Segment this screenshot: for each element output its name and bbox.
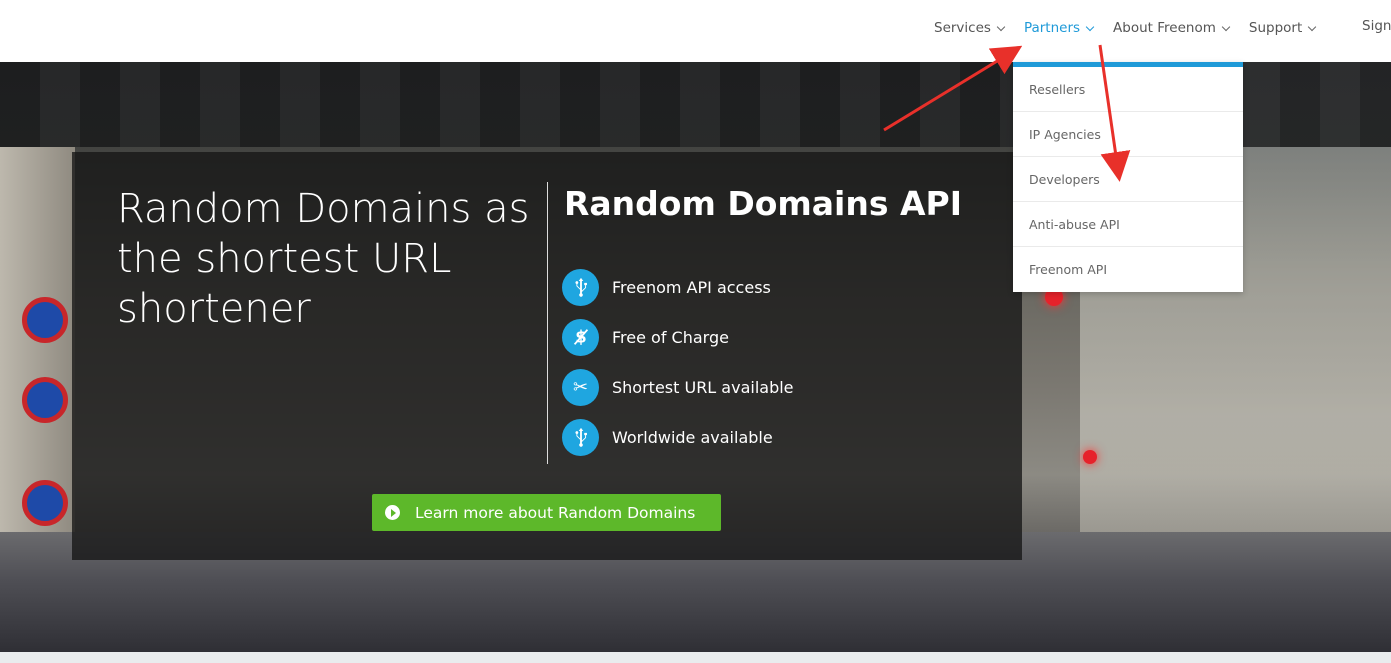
- hero-divider: [547, 182, 548, 464]
- hero-headline: Random Domains as the shortest URL short…: [117, 186, 530, 332]
- chevron-down-icon: [1085, 22, 1095, 31]
- feature-label: Worldwide available: [612, 427, 773, 447]
- chevron-down-icon: [1221, 22, 1231, 31]
- hero-content-panel: Random Domains as the shortest URL short…: [72, 152, 1022, 560]
- traffic-sign-image: [22, 480, 68, 526]
- nav-services-label: Services: [934, 20, 991, 36]
- page-bottom-strip: [0, 652, 1391, 663]
- menu-item-developers[interactable]: Developers: [1013, 157, 1243, 202]
- nav-partners-label: Partners: [1023, 20, 1081, 36]
- menu-item-freenom-api[interactable]: Freenom API: [1013, 247, 1243, 292]
- nav-support[interactable]: Support: [1248, 18, 1317, 38]
- nav-support-label: Support: [1248, 20, 1303, 36]
- scissors-icon: ✂: [562, 368, 599, 406]
- feature-item: Freenom API access: [562, 262, 794, 312]
- chevron-down-icon: [1308, 22, 1317, 31]
- feature-label: Freenom API access: [612, 277, 771, 297]
- menu-item-anti-abuse-api[interactable]: Anti-abuse API: [1013, 202, 1243, 247]
- partners-dropdown-menu: Resellers IP Agencies Developers Anti-ab…: [1013, 62, 1243, 292]
- api-title: Random Domains API: [564, 184, 962, 223]
- menu-item-resellers[interactable]: Resellers: [1013, 67, 1243, 112]
- feature-item: ✂ Shortest URL available: [562, 362, 794, 412]
- feature-label: Shortest URL available: [612, 377, 794, 397]
- feature-item: $ Free of Charge: [562, 312, 794, 362]
- feature-list: Freenom API access $ Free of Charge ✂ Sh…: [562, 262, 794, 462]
- top-navigation-bar: Services Partners About Freenom Support …: [0, 0, 1391, 62]
- traffic-light-image: [1083, 450, 1097, 464]
- play-circle-icon: [385, 505, 400, 520]
- feature-label: Free of Charge: [612, 327, 729, 347]
- nav-about-label: About Freenom: [1113, 20, 1216, 36]
- chevron-down-icon: [996, 22, 1006, 31]
- learn-more-button[interactable]: Learn more about Random Domains: [372, 494, 721, 531]
- nav-services[interactable]: Services: [934, 18, 1006, 38]
- nav-partners[interactable]: Partners: [1023, 18, 1095, 38]
- main-nav: Services Partners About Freenom Support: [934, 18, 1335, 38]
- usb-icon: [562, 268, 599, 306]
- feature-item: Worldwide available: [562, 412, 794, 462]
- nav-about-freenom[interactable]: About Freenom: [1113, 18, 1231, 38]
- dollar-slash-icon: $: [562, 318, 599, 356]
- sign-in-link[interactable]: Sign: [1362, 18, 1391, 34]
- traffic-sign-image: [22, 297, 68, 343]
- learn-more-label: Learn more about Random Domains: [415, 503, 696, 522]
- menu-item-ip-agencies[interactable]: IP Agencies: [1013, 112, 1243, 157]
- traffic-sign-image: [22, 377, 68, 423]
- usb-icon: [562, 418, 599, 456]
